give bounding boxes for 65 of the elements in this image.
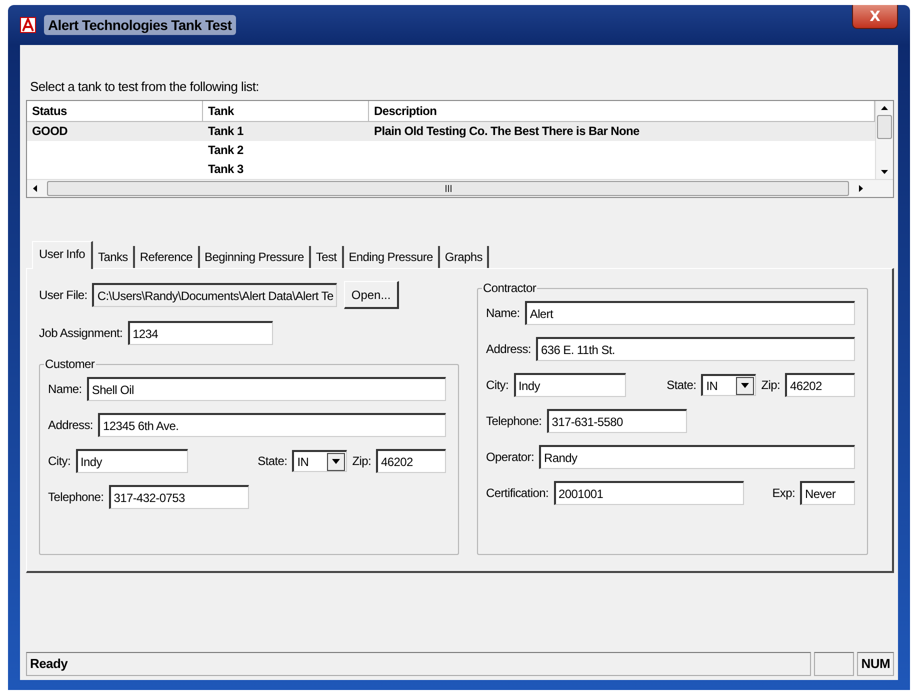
field-label: Address:	[48, 418, 93, 432]
field-label: State:	[666, 378, 696, 392]
text-field[interactable]: Randy	[539, 445, 855, 469]
text-field[interactable]: 636 E. 11th St.	[536, 337, 855, 361]
table-row[interactable]: GOOD Tank 1 Plain Old Testing Co. The Best There is Bar None	[27, 122, 875, 141]
tab[interactable]: User Info	[32, 241, 93, 269]
text-field[interactable]: 317-631-5580	[546, 409, 687, 433]
num-lock-indicator: NUM	[857, 652, 894, 676]
column-header[interactable]: Status	[27, 101, 203, 122]
text-field[interactable]: 2001001	[554, 481, 744, 505]
right-arrow-icon[interactable]	[859, 185, 863, 192]
field-label: Job Assignment:	[39, 326, 123, 340]
field-label: Zip:	[352, 454, 371, 468]
text-field[interactable]: 12345 6th Ave.	[98, 413, 446, 437]
field-label: Name:	[48, 382, 82, 396]
close-button[interactable]: X	[852, 5, 898, 29]
caret-down-icon	[332, 459, 340, 464]
window-title: Alert Technologies Tank Test	[44, 15, 236, 35]
file-path-field[interactable]: C:\Users\Randy\Documents\Alert Data\Alert Te	[92, 283, 338, 307]
vertical-scrollbar[interactable]	[875, 101, 893, 179]
field-label: City:	[48, 454, 71, 468]
text-field[interactable]: 317-432-0753	[108, 485, 249, 509]
caret-down-icon	[741, 383, 750, 388]
field-label: Zip:	[761, 378, 780, 392]
table-cell-text: Plain Old Testing Co. The Best There is Bar None	[373, 123, 640, 140]
down-arrow-icon[interactable]	[881, 170, 888, 174]
status-text: Ready	[26, 652, 812, 676]
text-field[interactable]: Shell Oil	[86, 377, 446, 401]
column-header[interactable]: Description	[369, 101, 875, 122]
text-field[interactable]: 46202	[785, 373, 855, 397]
field-label: Certification:	[486, 486, 548, 500]
open-button[interactable]: Open...	[344, 281, 399, 309]
column-header[interactable]: Tank	[203, 101, 369, 122]
grip-icon	[444, 185, 452, 192]
table-cell-text: Tank 2	[207, 142, 244, 159]
text-field[interactable]: 1234	[128, 321, 273, 345]
up-arrow-icon[interactable]	[881, 106, 888, 110]
field-label: Exp:	[772, 486, 795, 500]
state-dropdown[interactable]: IN	[292, 450, 348, 472]
table-cell-text: Tank 3	[207, 161, 244, 178]
table-row[interactable]: Tank 2	[27, 141, 875, 160]
left-arrow-icon[interactable]	[33, 185, 37, 192]
text-field[interactable]: Indy	[514, 373, 626, 397]
text-field[interactable]: Indy	[76, 449, 188, 473]
state-dropdown[interactable]: IN	[701, 374, 756, 396]
field-label: Operator:	[486, 450, 534, 464]
text-field[interactable]: 46202	[376, 449, 446, 473]
field-label: Telephone:	[486, 414, 542, 428]
field-label: Telephone:	[48, 490, 104, 504]
table-cell-text: GOOD	[31, 123, 68, 140]
field-label: Name:	[486, 306, 520, 320]
group-title: Customer	[44, 357, 96, 371]
field-label: City:	[486, 378, 509, 392]
field-label: Address:	[486, 342, 531, 356]
text-field[interactable]: Never	[800, 481, 855, 505]
field-label: State:	[258, 454, 288, 468]
status-panel	[814, 652, 854, 676]
table-row[interactable]: Tank 3	[27, 160, 875, 179]
text-field[interactable]: Alert	[524, 301, 855, 325]
table-cell-text: Tank 1	[207, 123, 244, 140]
field-label: User File:	[39, 288, 88, 302]
instruction-text: Select a tank to test from the following list:	[30, 79, 260, 94]
group-title: Contractor	[482, 281, 538, 295]
app-logo-icon	[20, 17, 36, 33]
horizontal-scrollbar[interactable]	[27, 179, 893, 197]
